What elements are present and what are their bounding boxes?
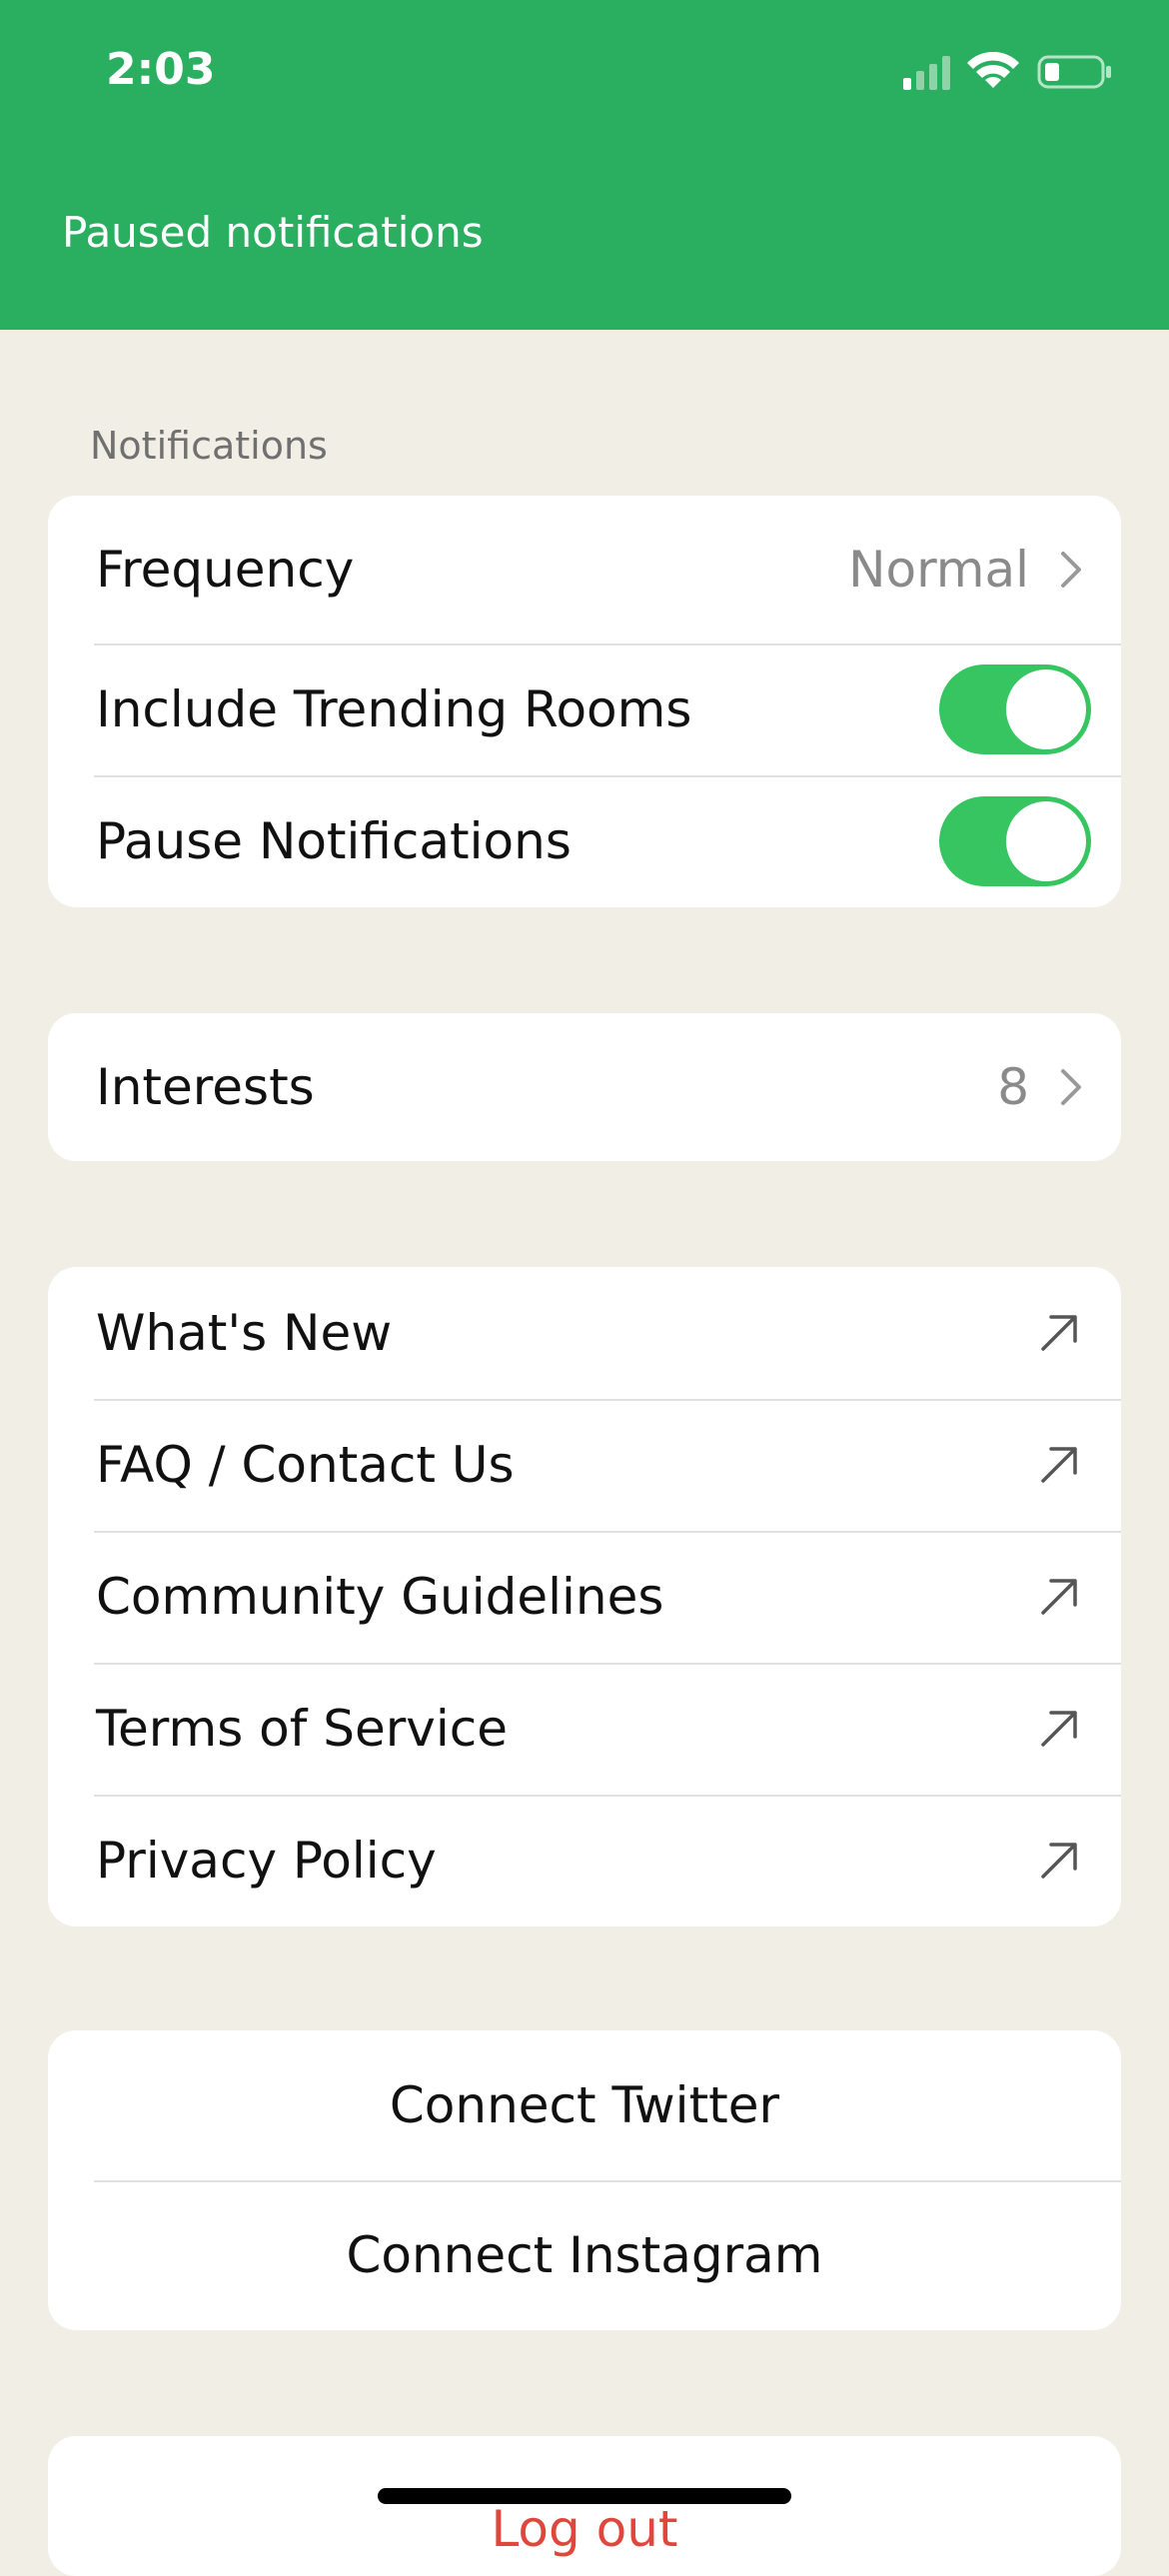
paused-notifications-banner[interactable]: Paused notifications bbox=[62, 208, 484, 257]
notifications-section-label: Notifications bbox=[90, 424, 328, 468]
interests-label: Interests bbox=[96, 1058, 315, 1116]
external-link-arrow-icon bbox=[1041, 1315, 1077, 1351]
chevron-right-icon bbox=[1061, 1069, 1081, 1105]
link-label: Community Guidelines bbox=[96, 1568, 664, 1626]
external-link-arrow-icon bbox=[1041, 1843, 1077, 1879]
logout-card: Log out bbox=[48, 2436, 1121, 2576]
pause-notifications-label: Pause Notifications bbox=[96, 812, 572, 870]
faq-contact-link[interactable]: FAQ / Contact Us bbox=[48, 1399, 1121, 1531]
logout-label: Log out bbox=[491, 2500, 678, 2558]
include-trending-rooms-toggle[interactable] bbox=[939, 664, 1091, 754]
connect-twitter-button[interactable]: Connect Twitter bbox=[48, 2030, 1121, 2180]
cellular-signal-icon bbox=[903, 56, 950, 90]
notifications-card: Frequency Normal Include Trending Rooms … bbox=[48, 496, 1121, 907]
link-label: Terms of Service bbox=[96, 1700, 509, 1758]
whats-new-link[interactable]: What's New bbox=[48, 1267, 1121, 1399]
include-trending-rooms-label: Include Trending Rooms bbox=[96, 680, 692, 738]
pause-notifications-toggle[interactable] bbox=[939, 796, 1091, 886]
terms-of-service-link[interactable]: Terms of Service bbox=[48, 1663, 1121, 1795]
interests-count: 8 bbox=[997, 1058, 1029, 1116]
home-indicator bbox=[378, 2488, 791, 2504]
links-card: What's New FAQ / Contact Us Community Gu… bbox=[48, 1267, 1121, 1927]
connect-instagram-label: Connect Instagram bbox=[346, 2226, 823, 2284]
pause-notifications-row: Pause Notifications bbox=[48, 775, 1121, 907]
community-guidelines-link[interactable]: Community Guidelines bbox=[48, 1531, 1121, 1663]
connect-card: Connect Twitter Connect Instagram bbox=[48, 2030, 1121, 2330]
status-icons bbox=[903, 51, 1113, 92]
external-link-arrow-icon bbox=[1041, 1579, 1077, 1615]
logout-button[interactable]: Log out bbox=[48, 2436, 1121, 2576]
external-link-arrow-icon bbox=[1041, 1711, 1077, 1747]
link-label: FAQ / Contact Us bbox=[96, 1436, 515, 1494]
interests-row[interactable]: Interests 8 bbox=[48, 1013, 1121, 1161]
frequency-value: Normal bbox=[848, 541, 1029, 599]
status-time: 2:03 bbox=[106, 44, 216, 95]
link-label: What's New bbox=[96, 1304, 393, 1362]
privacy-policy-link[interactable]: Privacy Policy bbox=[48, 1795, 1121, 1927]
chevron-right-icon bbox=[1061, 552, 1081, 588]
connect-twitter-label: Connect Twitter bbox=[389, 2076, 780, 2134]
link-label: Privacy Policy bbox=[96, 1832, 437, 1890]
wifi-icon bbox=[967, 51, 1019, 88]
battery-icon bbox=[1037, 55, 1111, 89]
frequency-row[interactable]: Frequency Normal bbox=[48, 496, 1121, 644]
connect-instagram-button[interactable]: Connect Instagram bbox=[48, 2180, 1121, 2330]
interests-card: Interests 8 bbox=[48, 1013, 1121, 1161]
external-link-arrow-icon bbox=[1041, 1447, 1077, 1483]
header-bar: 2:03 Paused notifications bbox=[0, 0, 1169, 330]
frequency-label: Frequency bbox=[96, 541, 355, 599]
toggle-knob bbox=[1006, 801, 1086, 881]
include-trending-rooms-row: Include Trending Rooms bbox=[48, 644, 1121, 775]
toggle-knob bbox=[1006, 669, 1086, 749]
